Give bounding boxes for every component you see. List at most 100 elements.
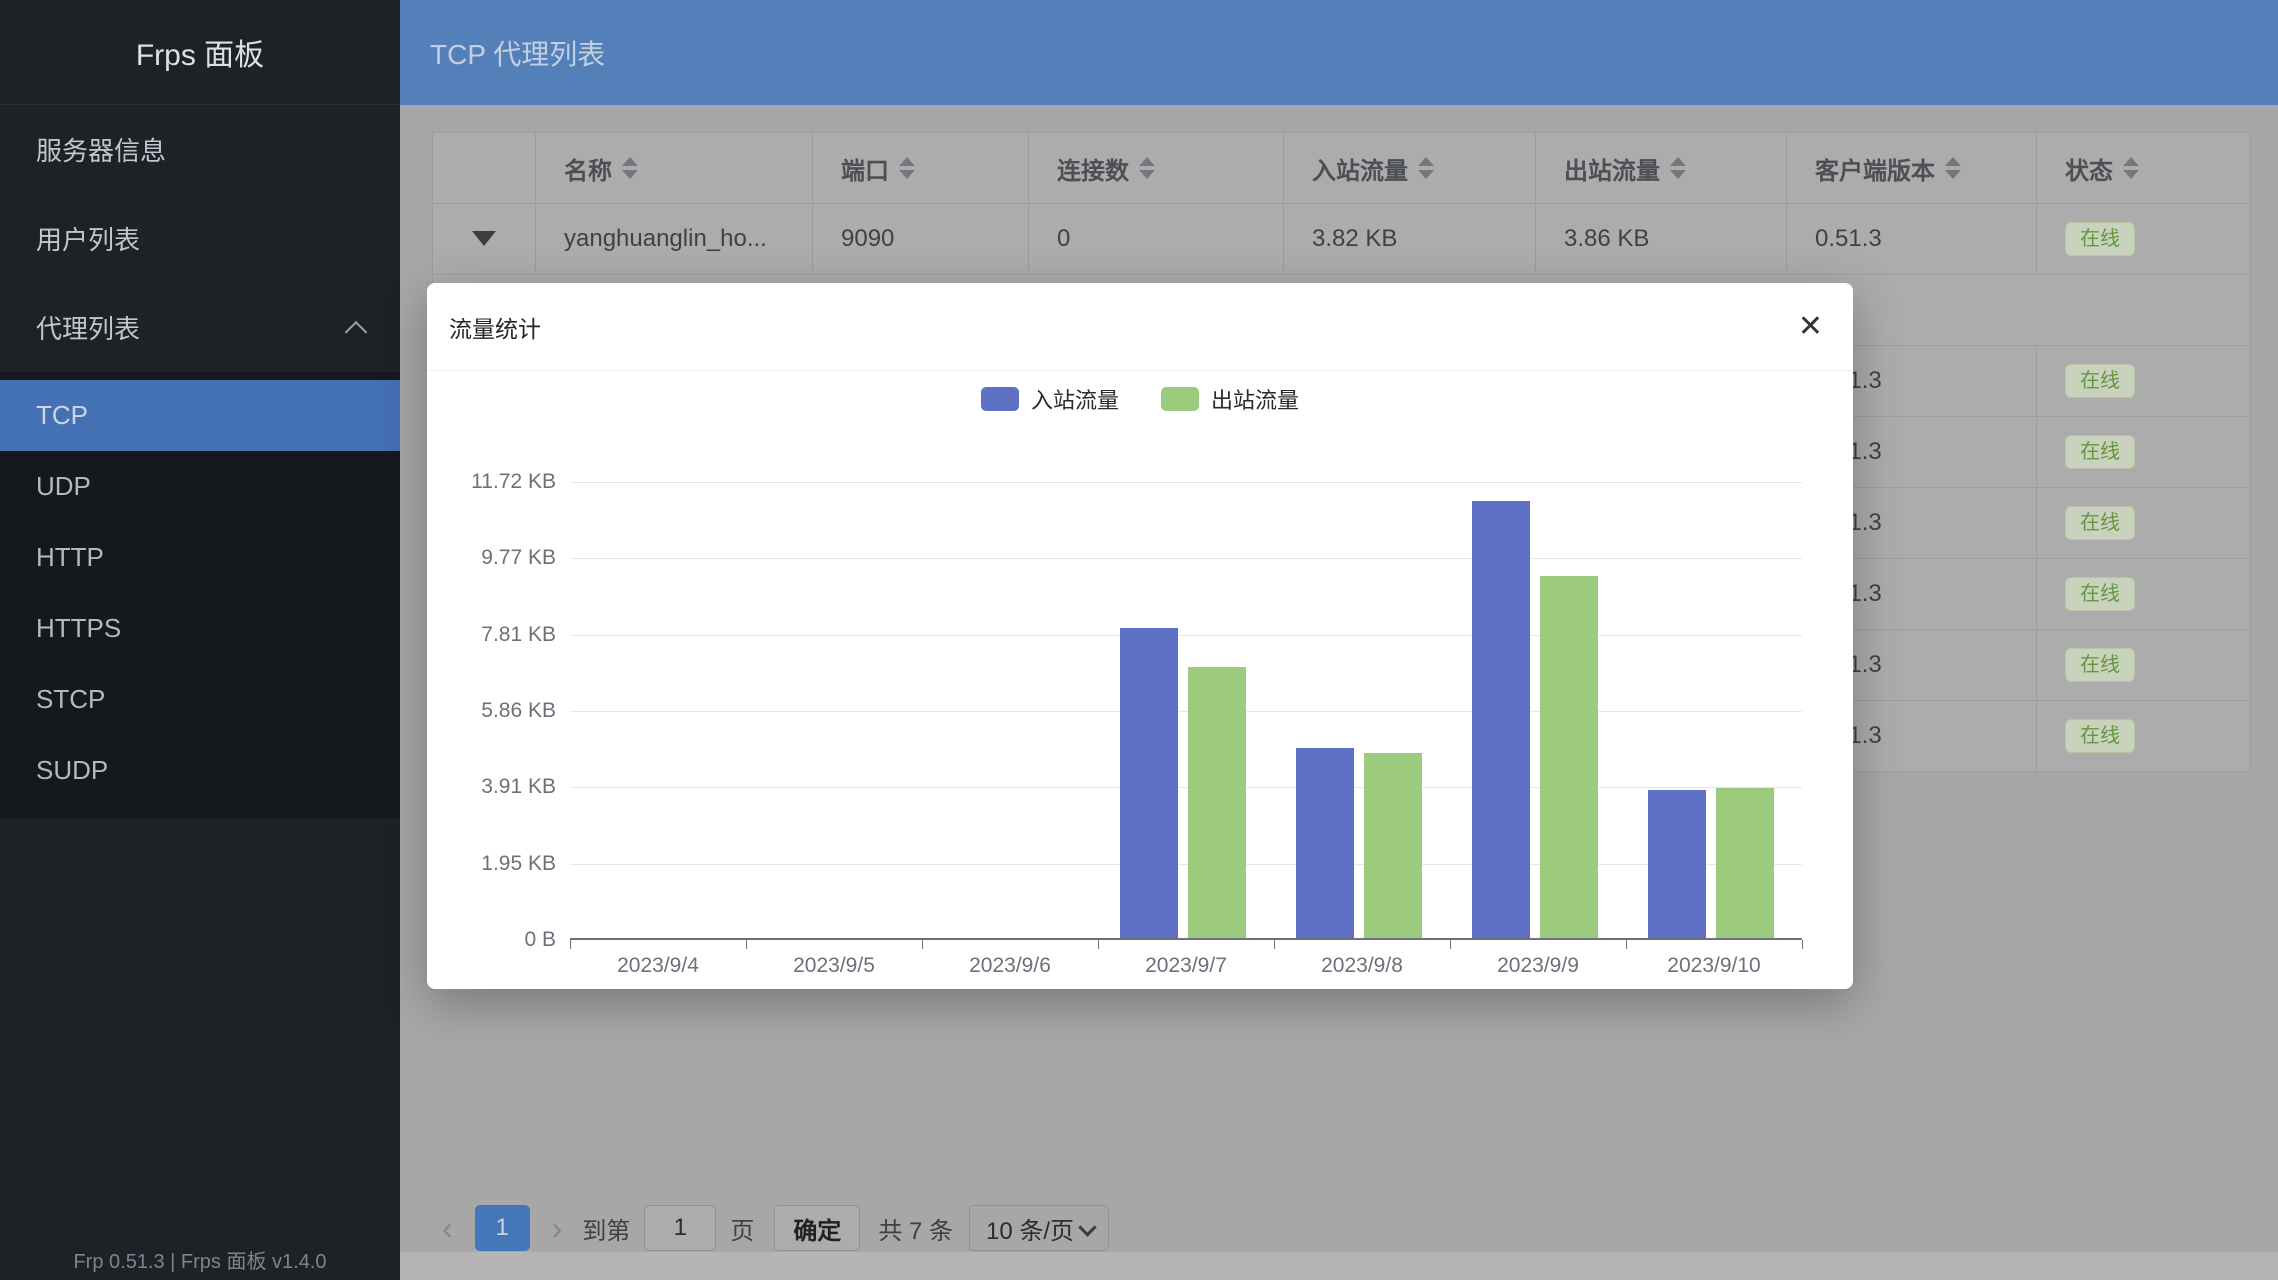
cell-connections: 0 <box>1029 204 1284 275</box>
y-axis-tick-label: 5.86 KB <box>410 699 556 723</box>
page-size-select[interactable]: 10 条/页 <box>969 1205 1109 1251</box>
legend-label: 出站流量 <box>1211 383 1299 415</box>
column-header-traffic-out[interactable]: 出站流量 <box>1536 133 1787 204</box>
gridline <box>570 711 1802 712</box>
sidebar-item-user-list[interactable]: 用户列表 <box>0 194 400 283</box>
cell-traffic-out: 3.86 KB <box>1536 204 1787 275</box>
y-axis-tick-label: 11.72 KB <box>410 470 556 494</box>
column-header-name[interactable]: 名称 <box>536 133 813 204</box>
cell-port: 9090 <box>813 204 1029 275</box>
prev-page-button[interactable]: ‹ <box>432 1210 463 1247</box>
column-label: 端口 <box>841 151 889 186</box>
column-label: 出站流量 <box>1564 151 1660 186</box>
traffic-bar-chart: 0 B1.95 KB3.91 KB5.86 KB7.81 KB9.77 KB11… <box>570 482 1802 940</box>
x-axis-tick <box>570 940 571 949</box>
sidebar-item-proxy-list[interactable]: 代理列表 <box>0 283 400 372</box>
gridline <box>570 787 1802 788</box>
dialog-header: 流量统计 ✕ <box>427 283 1853 371</box>
cell-status: 在线 <box>2037 701 2251 772</box>
sort-carets-icon[interactable] <box>1670 157 1686 179</box>
chevron-down-icon <box>1078 1218 1096 1236</box>
column-label: 状态 <box>2065 151 2113 186</box>
next-page-button[interactable]: › <box>542 1210 573 1247</box>
page-title: TCP 代理列表 <box>430 33 605 73</box>
sidebar-item-label: 服务器信息 <box>36 131 166 168</box>
y-axis-tick-label: 9.77 KB <box>410 546 556 570</box>
sidebar-submenu: TCPUDPHTTPHTTPSSTCPSUDP <box>0 372 400 818</box>
sidebar-subitem-stcp[interactable]: STCP <box>0 664 400 735</box>
chevron-up-icon <box>345 320 368 343</box>
close-icon[interactable]: ✕ <box>1798 312 1823 342</box>
table-header-row: 名称 端口 连接数 入站流量出站流量 客户端版本 状态 <box>433 133 2251 204</box>
sidebar-subitem-tcp[interactable]: TCP <box>0 380 400 451</box>
inbound-bar-2023/9/8 <box>1296 748 1354 938</box>
legend-item-outbound[interactable]: 出站流量 <box>1161 383 1299 415</box>
column-header-client-version[interactable]: 客户端版本 <box>1787 133 2037 204</box>
gridline <box>570 635 1802 636</box>
outbound-bar-2023/9/10 <box>1716 788 1774 938</box>
collapse-row-icon <box>472 231 496 246</box>
column-header-connections[interactable]: 连接数 <box>1029 133 1284 204</box>
gridline <box>570 864 1802 865</box>
current-page-button[interactable]: 1 <box>475 1205 530 1251</box>
inbound-bar-2023/9/7 <box>1120 628 1178 938</box>
sidebar-subitem-udp[interactable]: UDP <box>0 451 400 522</box>
sort-carets-icon[interactable] <box>2123 157 2139 179</box>
goto-page-input[interactable] <box>644 1205 716 1251</box>
goto-label: 到第 <box>582 1211 630 1246</box>
sidebar-subitem-http[interactable]: HTTP <box>0 522 400 593</box>
total-count-label: 共 7 条 <box>878 1211 953 1246</box>
x-axis-label: 2023/9/6 <box>922 954 1098 978</box>
column-label: 客户端版本 <box>1815 151 1935 186</box>
column-header-port[interactable]: 端口 <box>813 133 1029 204</box>
status-badge: 在线 <box>2065 435 2135 469</box>
row-expand-arrow[interactable] <box>433 204 536 275</box>
outbound-bar-2023/9/7 <box>1188 667 1246 938</box>
sort-carets-icon[interactable] <box>1139 157 1155 179</box>
column-header-status[interactable]: 状态 <box>2037 133 2251 204</box>
page-header: TCP 代理列表 <box>400 0 2278 105</box>
chart-legend: 入站流量 出站流量 <box>427 383 1853 415</box>
sidebar-item-server-info[interactable]: 服务器信息 <box>0 105 400 194</box>
x-axis-tick <box>1802 940 1803 949</box>
cell-traffic-in: 3.82 KB <box>1284 204 1536 275</box>
gridline <box>570 558 1802 559</box>
y-axis-tick-label: 1.95 KB <box>410 852 556 876</box>
cell-status: 在线 <box>2037 417 2251 488</box>
x-axis-tick <box>1098 940 1099 949</box>
cell-name: yanghuanglin_ho... <box>536 204 813 275</box>
cell-client-version: 0.51.3 <box>1787 204 2037 275</box>
app-title: Frps 面板 <box>0 0 400 105</box>
expand-column-header <box>433 133 536 204</box>
status-badge: 在线 <box>2065 719 2135 753</box>
column-label: 名称 <box>564 151 612 186</box>
column-header-traffic-in[interactable]: 入站流量 <box>1284 133 1536 204</box>
sort-carets-icon[interactable] <box>899 157 915 179</box>
sidebar-subitem-sudp[interactable]: SUDP <box>0 735 400 806</box>
status-badge: 在线 <box>2065 648 2135 682</box>
sort-carets-icon[interactable] <box>622 157 638 179</box>
cell-status: 在线 <box>2037 204 2251 275</box>
status-badge: 在线 <box>2065 364 2135 398</box>
column-label: 连接数 <box>1057 151 1129 186</box>
x-axis-tick <box>1450 940 1451 949</box>
x-axis-label: 2023/9/8 <box>1274 954 1450 978</box>
confirm-button[interactable]: 确定 <box>774 1205 860 1251</box>
legend-label: 入站流量 <box>1031 383 1119 415</box>
y-axis-tick-label: 0 B <box>410 928 556 952</box>
x-axis-label: 2023/9/7 <box>1098 954 1274 978</box>
sort-carets-icon[interactable] <box>1418 157 1434 179</box>
sort-carets-icon[interactable] <box>1945 157 1961 179</box>
bottom-strip <box>400 1252 2278 1280</box>
sidebar-subitem-https[interactable]: HTTPS <box>0 593 400 664</box>
pagination: ‹ 1 › 到第 页 确定 共 7 条 10 条/页 <box>432 1205 1109 1251</box>
version-footer: Frp 0.51.3 | Frps 面板 v1.4.0 <box>0 1245 400 1274</box>
x-axis-label: 2023/9/5 <box>746 954 922 978</box>
x-axis-label: 2023/9/4 <box>570 954 746 978</box>
cell-status: 在线 <box>2037 559 2251 630</box>
inbound-bar-2023/9/10 <box>1648 790 1706 938</box>
y-axis-tick-label: 7.81 KB <box>410 623 556 647</box>
sidebar: Frps 面板 服务器信息用户列表代理列表 TCPUDPHTTPHTTPSSTC… <box>0 0 400 1280</box>
x-axis-tick <box>746 940 747 949</box>
legend-item-inbound[interactable]: 入站流量 <box>981 383 1119 415</box>
